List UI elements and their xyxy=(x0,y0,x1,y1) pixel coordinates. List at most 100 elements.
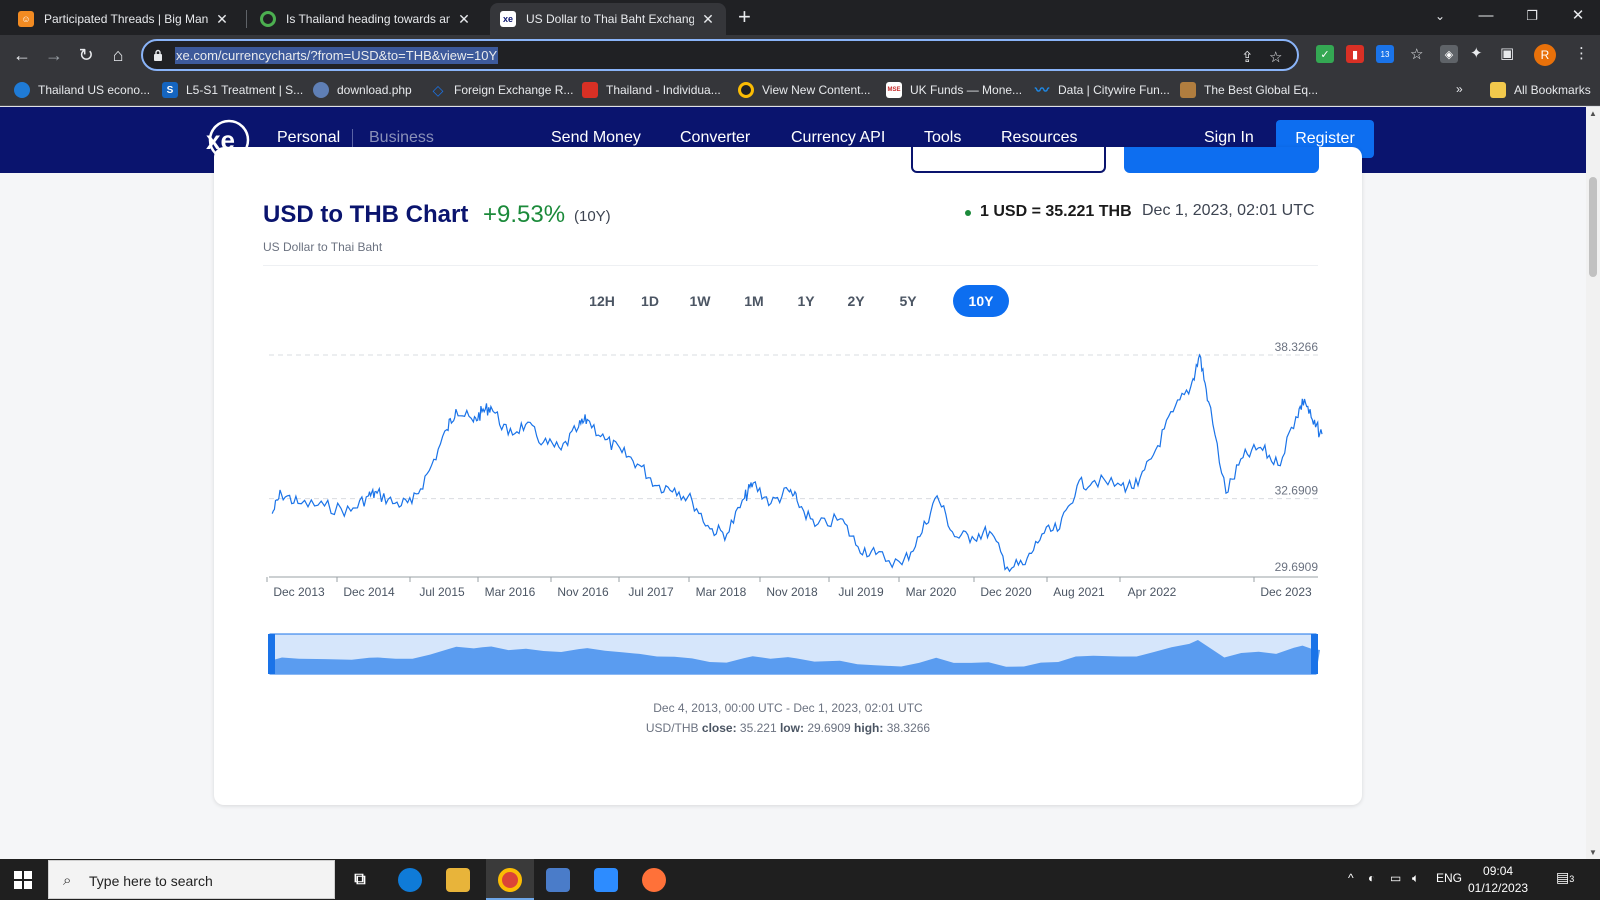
bookmark-item[interactable]: 〰 Data | Citywire Fun... xyxy=(1034,82,1170,98)
pdf-ext-icon[interactable]: ▮ xyxy=(1346,45,1364,63)
bookmark-star-icon[interactable]: ☆ xyxy=(1269,48,1282,66)
ext-badge-count: 13 xyxy=(1380,49,1390,59)
x-tick-label: Mar 2018 xyxy=(696,585,747,599)
profile-avatar[interactable]: R xyxy=(1534,44,1556,66)
citywire-icon: 〰 xyxy=(1035,82,1049,98)
high-label: high: xyxy=(854,721,884,735)
pwc-icon xyxy=(582,82,598,98)
firefox-icon[interactable] xyxy=(642,868,666,892)
chrome-icon[interactable] xyxy=(498,868,522,892)
system-clock[interactable]: 09:04 01/12/2023 xyxy=(1468,863,1528,897)
bookmark-item[interactable]: View New Content... xyxy=(738,82,871,98)
extensions-puzzle-icon[interactable]: ✦ xyxy=(1470,44,1483,62)
url-text[interactable]: xe.com/currencycharts/?from=USD&to=THB&v… xyxy=(175,47,499,64)
tab-big-mango[interactable]: ☺ Participated Threads | Big Mango ✕ xyxy=(8,3,240,35)
tab-title: Participated Threads | Big Mango xyxy=(44,12,208,26)
bookmark-label: download.php xyxy=(337,83,412,97)
chrome-icon xyxy=(738,82,754,98)
star-ext-icon[interactable]: ☆ xyxy=(1410,45,1423,63)
restore-icon[interactable]: ❐ xyxy=(1512,4,1552,28)
tab-title: US Dollar to Thai Baht Exchange xyxy=(526,12,694,26)
bookmark-item[interactable]: The Best Global Eq... xyxy=(1180,82,1318,98)
language-indicator[interactable]: ENG xyxy=(1436,871,1462,885)
xe-icon: xe xyxy=(500,11,516,27)
tray-chevron-icon[interactable]: ^ xyxy=(1348,871,1354,885)
usd-thb-line-chart[interactable]: 38.3266 32.6909 29.6909 Dec 2013 Dec 2014 Jul… xyxy=(0,107,1586,859)
scroll-thumb[interactable] xyxy=(1589,177,1597,277)
x-tick-label: Jul 2017 xyxy=(628,585,674,599)
bookmark-label: Thailand - Individua... xyxy=(606,83,721,97)
network-icon[interactable]: ▭ xyxy=(1390,871,1401,885)
all-bookmarks-folder[interactable]: All Bookmarks xyxy=(1490,82,1591,98)
new-tab-button[interactable]: + xyxy=(738,5,751,29)
chart-date-range: Dec 4, 2013, 00:00 UTC - Dec 1, 2023, 02… xyxy=(653,701,923,715)
bookmark-item[interactable]: Thailand US econo... xyxy=(14,82,150,98)
bookmark-item[interactable]: S L5-S1 Treatment | S... xyxy=(162,82,303,98)
menu-kebab-icon[interactable]: ⋮ xyxy=(1574,44,1589,62)
meet-icon[interactable]: ◐ xyxy=(1368,871,1375,885)
reload-icon[interactable]: ↻ xyxy=(74,43,98,67)
bookmark-item[interactable]: ◇ Foreign Exchange R... xyxy=(430,81,574,98)
chart-summary: USD/THB close: 35.221 low: 29.6909 high:… xyxy=(214,721,1362,735)
bookmark-item[interactable]: MSE UK Funds — Mone... xyxy=(886,82,1022,98)
diamond-icon: ◇ xyxy=(432,81,444,98)
x-tick-label: Dec 2020 xyxy=(980,585,1032,599)
page-scrollbar[interactable]: ▲ ▼ xyxy=(1586,107,1600,859)
page-viewport: xe Personal Business Send Money Converte… xyxy=(0,107,1586,859)
tab-thailand[interactable]: Is Thailand heading towards an e ✕ xyxy=(250,3,482,35)
all-bookmarks-label: All Bookmarks xyxy=(1514,83,1591,97)
bigmango-icon: ☺ xyxy=(18,11,34,27)
x-tick-label: Dec 2023 xyxy=(1260,585,1312,599)
ext-badge-icon[interactable]: 13 xyxy=(1376,45,1394,63)
bookmark-label: View New Content... xyxy=(762,83,871,97)
chrome-icon xyxy=(260,11,276,27)
x-tick-label: Mar 2020 xyxy=(906,585,957,599)
notification-icon[interactable]: ▤3 xyxy=(1556,869,1576,889)
bookmark-label: Data | Citywire Fun... xyxy=(1058,83,1170,97)
window-close-icon[interactable]: ✕ xyxy=(1558,4,1598,28)
edge-icon[interactable] xyxy=(398,868,422,892)
task-view-icon[interactable]: ⧉ xyxy=(348,868,372,892)
tab-strip: ☺ Participated Threads | Big Mango ✕ Is … xyxy=(0,0,1600,35)
bookmark-label: L5-S1 Treatment | S... xyxy=(186,83,304,97)
forward-icon[interactable]: → xyxy=(42,43,66,67)
bookmark-label: Thailand US econo... xyxy=(38,83,151,97)
x-tick-label: Dec 2013 xyxy=(273,585,325,599)
y-tick-label: 29.6909 xyxy=(1275,560,1319,574)
windows-start-icon[interactable] xyxy=(14,871,32,889)
minimize-icon[interactable]: — xyxy=(1466,4,1506,28)
globe-icon xyxy=(313,82,329,98)
file-explorer-icon[interactable] xyxy=(446,868,470,892)
calendar-icon[interactable] xyxy=(594,868,618,892)
bookmark-label: Foreign Exchange R... xyxy=(454,83,574,97)
back-icon[interactable]: ← xyxy=(10,43,34,67)
close-icon[interactable]: ✕ xyxy=(456,11,472,28)
x-tick-label: Jul 2019 xyxy=(838,585,884,599)
low-value: 29.6909 xyxy=(807,721,851,735)
address-bar[interactable]: xe.com/currencycharts/?from=USD&to=THB&v… xyxy=(141,39,1299,71)
shield-ext-icon[interactable]: ✓ xyxy=(1316,45,1334,63)
bookmark-item[interactable]: Thailand - Individua... xyxy=(582,82,721,98)
shield-icon[interactable]: ◈ xyxy=(1440,45,1458,63)
x-tick-label: Dec 2014 xyxy=(343,585,395,599)
scroll-up-icon[interactable]: ▲ xyxy=(1586,109,1600,118)
close-label: close: xyxy=(701,721,737,735)
tab-xe-usd-thb[interactable]: xe US Dollar to Thai Baht Exchange ✕ xyxy=(490,3,726,35)
close-icon[interactable]: ✕ xyxy=(214,11,230,28)
scroll-down-icon[interactable]: ▼ xyxy=(1586,848,1600,857)
bookmarks-bar: Thailand US econo... S L5-S1 Treatment | … xyxy=(0,76,1600,106)
home-icon[interactable]: ⌂ xyxy=(106,43,130,67)
calculator-icon[interactable] xyxy=(546,868,570,892)
bookmark-item[interactable]: download.php xyxy=(313,82,412,98)
side-panel-icon[interactable]: ▣ xyxy=(1500,44,1514,62)
search-placeholder: Type here to search xyxy=(89,873,213,889)
tab-search-icon[interactable]: ⌄ xyxy=(1420,4,1460,28)
share-icon[interactable]: ⇪ xyxy=(1241,48,1254,66)
taskbar-search[interactable]: ⌕ Type here to search xyxy=(48,860,335,899)
lock-icon xyxy=(154,49,162,61)
more-bookmarks-icon[interactable]: » xyxy=(1456,82,1463,96)
volume-icon[interactable]: 🔈︎ xyxy=(1412,871,1419,886)
close-icon[interactable]: ✕ xyxy=(700,11,716,28)
tab-title: Is Thailand heading towards an e xyxy=(286,12,450,26)
tab-divider xyxy=(246,10,247,28)
